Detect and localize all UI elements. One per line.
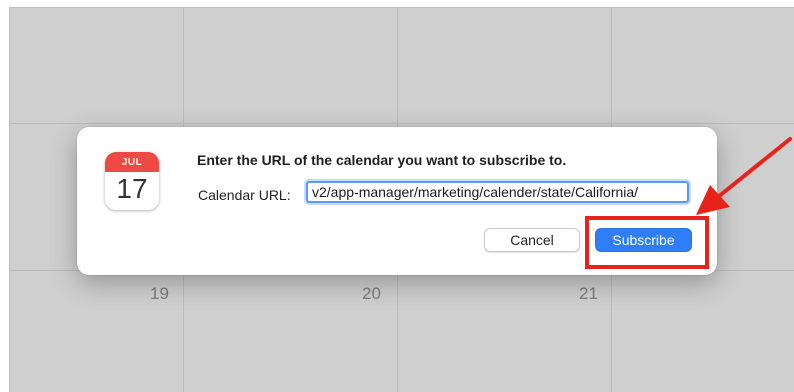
calendar-app-icon: JUL 17: [105, 152, 159, 210]
dialog-title: Enter the URL of the calendar you want t…: [197, 152, 567, 168]
calendar-icon-month: JUL: [105, 152, 159, 172]
calendar-url-input[interactable]: [306, 181, 689, 203]
red-arrow-icon: [696, 137, 792, 215]
screen: 19 20 21 JUL 17 Enter the URL of the cal…: [0, 0, 794, 392]
calendar-day-number[interactable]: 21: [579, 284, 598, 304]
calendar-url-label: Calendar URL:: [198, 187, 291, 203]
calendar-day-number[interactable]: 19: [150, 284, 169, 304]
calendar-icon-day: 17: [116, 173, 148, 204]
cancel-button[interactable]: Cancel: [484, 228, 580, 252]
calendar-day-number[interactable]: 20: [362, 284, 381, 304]
grid-line: [10, 123, 794, 124]
